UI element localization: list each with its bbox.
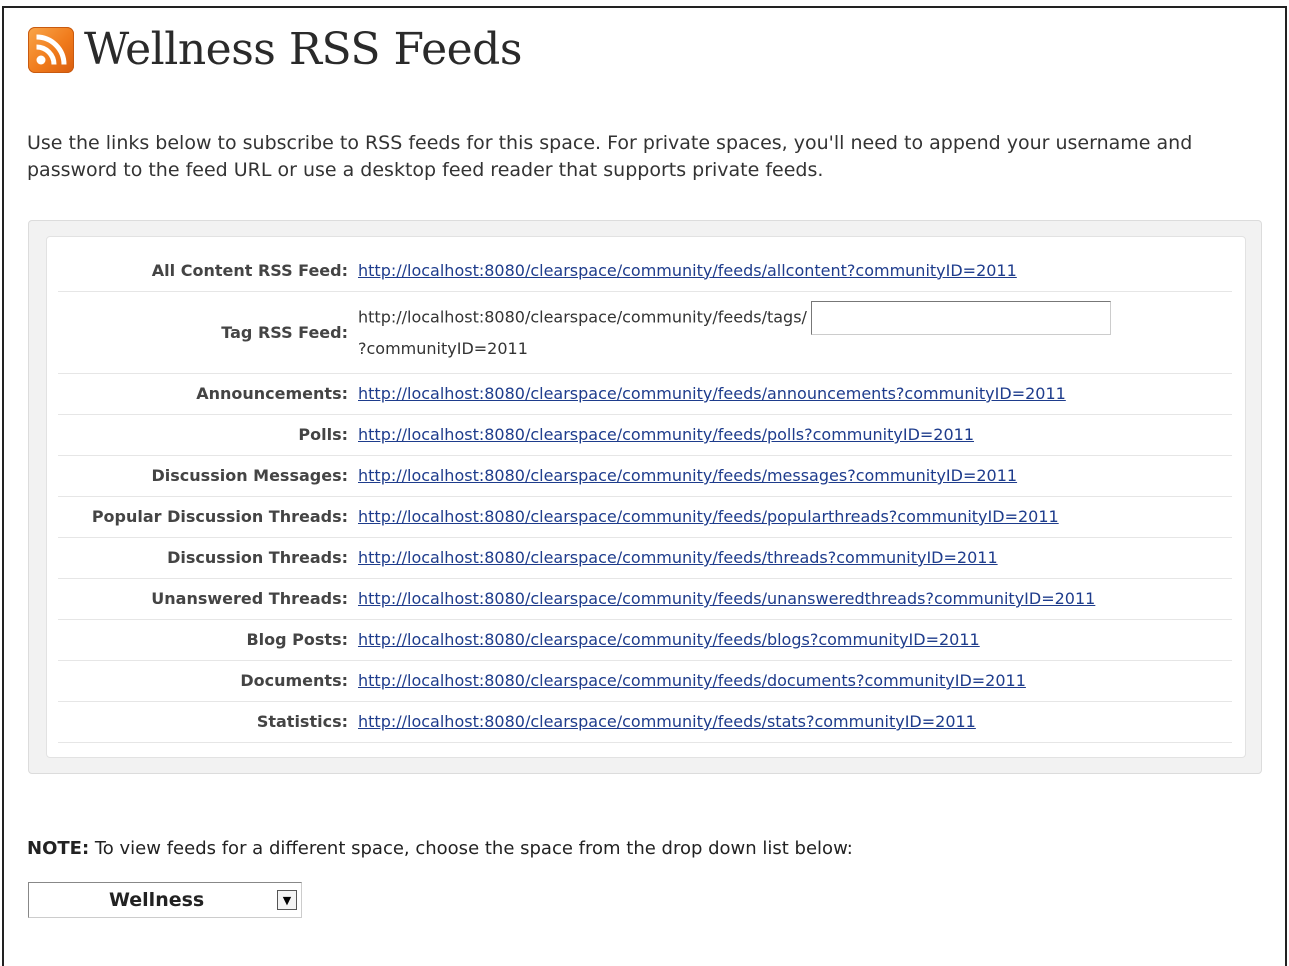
feed-link-blogs[interactable]: http://localhost:8080/clearspace/communi… xyxy=(358,630,980,649)
chevron-down-icon[interactable]: ▼ xyxy=(277,890,297,910)
feed-row: Documents: http://localhost:8080/clearsp… xyxy=(58,660,1232,702)
feed-label: Polls: xyxy=(58,414,358,456)
space-note: NOTE: To view feeds for a different spac… xyxy=(27,838,853,859)
feed-row: Polls: http://localhost:8080/clearspace/… xyxy=(58,414,1232,456)
feed-link-allcontent[interactable]: http://localhost:8080/clearspace/communi… xyxy=(358,261,1017,280)
tag-feed-url-suffix: ?communityID=2011 xyxy=(358,339,528,358)
rss-icon xyxy=(28,26,74,73)
feed-row: Unanswered Threads: http://localhost:808… xyxy=(58,578,1232,620)
feed-label: Documents: xyxy=(58,660,358,702)
feed-row: Blog Posts: http://localhost:8080/clears… xyxy=(58,619,1232,661)
feed-row: Discussion Messages: http://localhost:80… xyxy=(58,455,1232,497)
feed-label: Popular Discussion Threads: xyxy=(58,496,358,538)
feed-link-stats[interactable]: http://localhost:8080/clearspace/communi… xyxy=(358,712,976,731)
feed-label: Statistics: xyxy=(58,701,358,743)
feed-row: Popular Discussion Threads: http://local… xyxy=(58,496,1232,538)
feed-link-announcements[interactable]: http://localhost:8080/clearspace/communi… xyxy=(358,384,1066,403)
feeds-table: All Content RSS Feed: http://localhost:8… xyxy=(58,250,1232,743)
note-text: To view feeds for a different space, cho… xyxy=(89,838,853,859)
feed-label: Tag RSS Feed: xyxy=(58,291,358,374)
feed-label: Announcements: xyxy=(58,373,358,415)
feed-link-messages[interactable]: http://localhost:8080/clearspace/communi… xyxy=(358,466,1017,485)
feed-label: Discussion Messages: xyxy=(58,455,358,497)
tag-feed-url-prefix: http://localhost:8080/clearspace/communi… xyxy=(358,307,807,327)
intro-text: Use the links below to subscribe to RSS … xyxy=(27,132,1193,181)
feed-label: Unanswered Threads: xyxy=(58,578,358,620)
page-title: Wellness RSS Feeds xyxy=(84,24,522,75)
feed-link-threads[interactable]: http://localhost:8080/clearspace/communi… xyxy=(358,548,998,567)
feed-link-unansweredthreads[interactable]: http://localhost:8080/clearspace/communi… xyxy=(358,589,1095,608)
space-select-value: Wellness xyxy=(109,889,205,911)
feed-row: All Content RSS Feed: http://localhost:8… xyxy=(58,250,1232,292)
feed-row: Statistics: http://localhost:8080/clears… xyxy=(58,701,1232,743)
feed-link-polls[interactable]: http://localhost:8080/clearspace/communi… xyxy=(358,425,974,444)
feed-label: Blog Posts: xyxy=(58,619,358,661)
space-select[interactable]: Wellness ▼ xyxy=(28,882,302,918)
tag-input[interactable] xyxy=(810,301,1111,335)
note-label: NOTE: xyxy=(27,838,90,859)
feed-row-tag: Tag RSS Feed: http://localhost:8080/clea… xyxy=(58,291,1232,374)
feed-label: All Content RSS Feed: xyxy=(58,250,358,292)
feed-row: Announcements: http://localhost:8080/cle… xyxy=(58,373,1232,415)
page-header: Wellness RSS Feeds xyxy=(28,24,522,75)
feed-link-popularthreads[interactable]: http://localhost:8080/clearspace/communi… xyxy=(358,507,1059,526)
feed-row: Discussion Threads: http://localhost:808… xyxy=(58,537,1232,579)
feed-link-documents[interactable]: http://localhost:8080/clearspace/communi… xyxy=(358,671,1026,690)
feed-label: Discussion Threads: xyxy=(58,537,358,579)
